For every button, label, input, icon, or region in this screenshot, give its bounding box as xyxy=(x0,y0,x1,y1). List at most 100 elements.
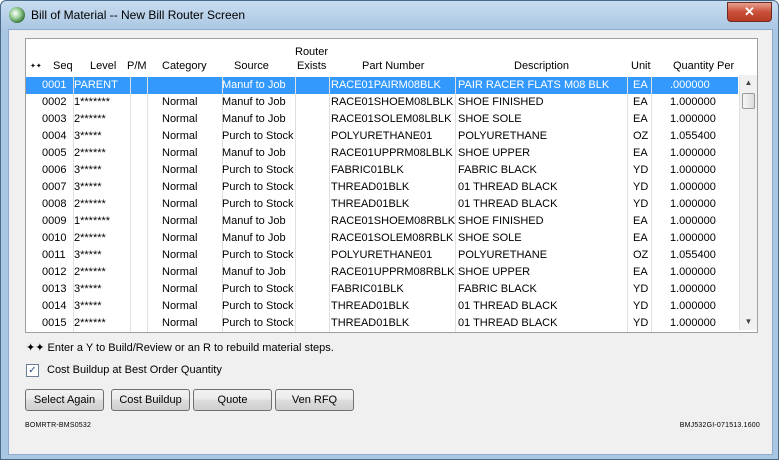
column-divider xyxy=(329,179,330,196)
header-description[interactable]: Description xyxy=(514,60,569,72)
cell-unit: EA xyxy=(633,79,648,91)
cell-level: PARENT xyxy=(74,79,118,91)
column-divider xyxy=(147,179,148,196)
column-divider xyxy=(455,315,456,332)
cell-unit: EA xyxy=(633,215,648,227)
cell-description: 01 THREAD BLACK xyxy=(458,317,558,329)
scroll-thumb[interactable] xyxy=(742,93,755,109)
column-divider xyxy=(627,281,628,298)
cell-description: 01 THREAD BLACK xyxy=(458,198,558,210)
column-divider xyxy=(295,213,296,230)
column-divider xyxy=(455,179,456,196)
table-row[interactable]: 0011 3***** Normal Purch to Stock POLYURETHA… xyxy=(26,247,738,264)
scroll-up-arrow-icon[interactable]: ▲ xyxy=(740,75,757,91)
table-row[interactable]: 0010 2****** Normal Manuf to Job RACE01SOLEM… xyxy=(26,230,738,247)
table-row[interactable]: 0015 2****** Normal Purch to Stock THREAD01B… xyxy=(26,315,738,332)
build-hint-text: ✦✦ Enter a Y to Build/Review or an R to … xyxy=(26,342,334,354)
cell-qty: 1.000000 xyxy=(670,283,716,295)
header-unit[interactable]: Unit xyxy=(631,60,651,72)
cell-part: POLYURETHANE01 xyxy=(331,249,433,261)
column-divider xyxy=(455,162,456,179)
cell-source: Purch to Stock xyxy=(222,317,294,329)
header-part-number[interactable]: Part Number xyxy=(362,60,424,72)
cell-seq: 0013 xyxy=(42,283,67,295)
cell-source: Manuf to Job xyxy=(222,79,286,91)
column-divider xyxy=(455,247,456,264)
cost-buildup-checkbox[interactable]: ✓ xyxy=(26,364,39,377)
ven-rfq-button[interactable]: Ven RFQ xyxy=(275,389,354,411)
table-row[interactable]: 0013 3***** Normal Purch to Stock FABRIC01BL… xyxy=(26,281,738,298)
cell-description: SHOE SOLE xyxy=(458,232,522,244)
column-divider xyxy=(329,298,330,315)
column-divider xyxy=(329,77,330,94)
column-divider xyxy=(627,111,628,128)
column-divider xyxy=(295,128,296,145)
header-pm[interactable]: P/M xyxy=(127,60,147,72)
column-divider xyxy=(147,315,148,332)
cell-description: SHOE SOLE xyxy=(458,113,522,125)
cell-unit: EA xyxy=(633,96,648,108)
column-divider xyxy=(627,230,628,247)
cost-buildup-button[interactable]: Cost Buildup xyxy=(111,389,190,411)
header-quantity-per[interactable]: Quantity Per xyxy=(673,60,734,72)
cell-level: 2****** xyxy=(74,266,106,278)
table-row[interactable]: 0002 1******* Normal Manuf to Job RACE01SHOE… xyxy=(26,94,738,111)
cell-category: Normal xyxy=(162,164,198,176)
column-divider xyxy=(627,213,628,230)
vertical-scrollbar[interactable]: ▲ ▼ xyxy=(739,75,757,330)
table-row[interactable]: 0009 1******* Normal Manuf to Job RACE01SHOE… xyxy=(26,213,738,230)
close-button[interactable]: ✕ xyxy=(727,2,772,22)
column-divider xyxy=(627,247,628,264)
bom-router-window: Bill of Material -- New Bill Router Scre… xyxy=(0,0,779,460)
cell-part: THREAD01BLK xyxy=(331,317,410,329)
header-seq[interactable]: Seq xyxy=(53,60,73,72)
column-divider xyxy=(627,179,628,196)
table-row[interactable]: 0012 2****** Normal Manuf to Job RACE01UPPRM… xyxy=(26,264,738,281)
scroll-down-arrow-icon[interactable]: ▼ xyxy=(740,314,757,330)
table-row[interactable]: 0014 3***** Normal Purch to Stock THREAD01BL… xyxy=(26,298,738,315)
table-row[interactable]: 0007 3***** Normal Purch to Stock THREAD01BL… xyxy=(26,179,738,196)
title-bar: Bill of Material -- New Bill Router Scre… xyxy=(1,1,778,29)
cell-category: Normal xyxy=(162,249,198,261)
header-level[interactable]: Level xyxy=(90,60,116,72)
column-divider xyxy=(147,94,148,111)
column-divider xyxy=(455,111,456,128)
column-divider xyxy=(130,145,131,162)
header-category[interactable]: Category xyxy=(162,60,207,72)
select-again-button[interactable]: Select Again xyxy=(25,389,104,411)
bom-grid: ✦✦ Seq Level P/M Category Source Router … xyxy=(25,38,758,333)
cell-qty: 1.000000 xyxy=(670,96,716,108)
column-divider xyxy=(455,77,456,94)
cell-level: 2****** xyxy=(74,147,106,159)
column-divider xyxy=(329,145,330,162)
cell-level: 2****** xyxy=(74,317,106,329)
client-area: ✦✦ Seq Level P/M Category Source Router … xyxy=(8,29,773,455)
table-row[interactable]: 0008 2****** Normal Purch to Stock THREAD01B… xyxy=(26,196,738,213)
cell-source: Manuf to Job xyxy=(222,232,286,244)
cell-category: Normal xyxy=(162,215,198,227)
header-source[interactable]: Source xyxy=(234,60,269,72)
header-router-line2[interactable]: Exists xyxy=(297,60,326,72)
cell-part: RACE01SOLEM08RBLK xyxy=(331,232,454,244)
table-row[interactable]: 0005 2****** Normal Manuf to Job RACE01UPPRM… xyxy=(26,145,738,162)
header-router-line1[interactable]: Router xyxy=(295,46,328,58)
table-row[interactable]: 0003 2****** Normal Manuf to Job RACE01SOLEM… xyxy=(26,111,738,128)
column-divider xyxy=(295,162,296,179)
column-divider xyxy=(329,281,330,298)
quote-button[interactable]: Quote xyxy=(193,389,272,411)
table-row[interactable]: 0006 3***** Normal Purch to Stock FABRIC01BL… xyxy=(26,162,738,179)
cell-part: RACE01SOLEM08LBLK xyxy=(331,113,452,125)
table-row[interactable]: 0001 PARENT Manuf to Job RACE01PAIRM08BLK PA… xyxy=(26,77,738,94)
column-divider xyxy=(651,94,652,111)
column-divider xyxy=(455,196,456,213)
column-divider xyxy=(130,213,131,230)
cell-unit: YD xyxy=(633,164,649,176)
column-divider xyxy=(295,179,296,196)
table-row[interactable]: 0004 3***** Normal Purch to Stock POLYURETHA… xyxy=(26,128,738,145)
cell-unit: YD xyxy=(633,181,649,193)
cell-source: Purch to Stock xyxy=(222,164,294,176)
cell-category: Normal xyxy=(162,198,198,210)
column-divider xyxy=(130,179,131,196)
cell-part: THREAD01BLK xyxy=(331,181,410,193)
cell-unit: YD xyxy=(633,283,649,295)
